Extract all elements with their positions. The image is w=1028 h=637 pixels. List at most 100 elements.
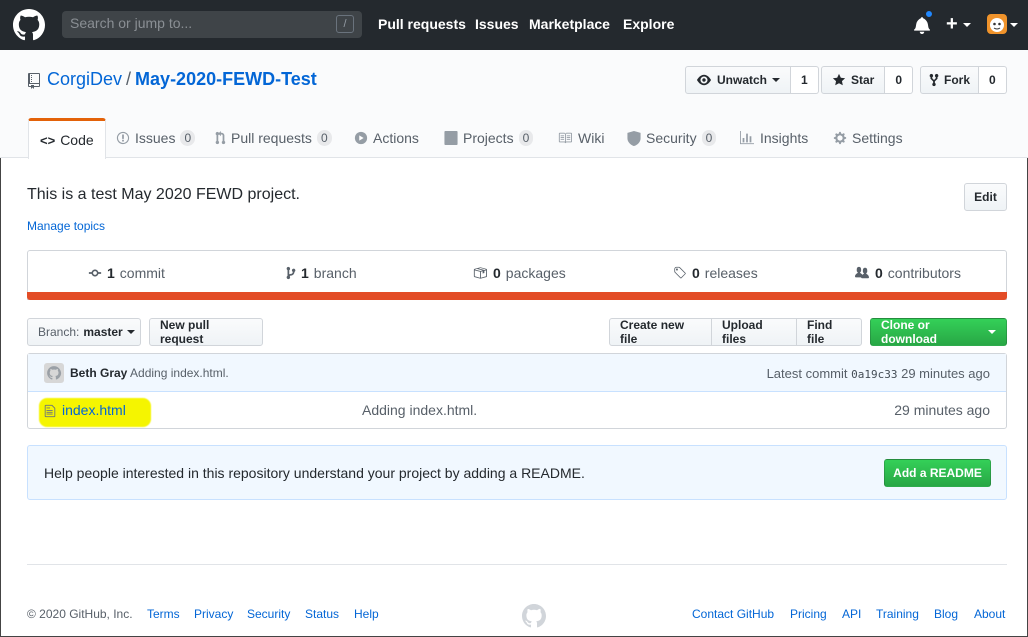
commit-author[interactable]: Beth Gray — [70, 366, 127, 380]
watch-count[interactable]: 1 — [791, 66, 819, 94]
file-name-link[interactable]: index.html — [62, 402, 126, 418]
upload-files-button[interactable]: Upload files — [711, 318, 797, 346]
repo-owner-link[interactable]: CorgiDev — [47, 69, 122, 89]
footer-link-pricing[interactable]: Pricing — [790, 607, 827, 621]
nav-marketplace[interactable]: Marketplace — [529, 16, 610, 32]
tab-pull-requests[interactable]: Pull requests 0 — [214, 118, 332, 158]
fork-label: Fork — [944, 73, 971, 87]
create-new-file-button[interactable]: Create new file — [609, 318, 712, 346]
github-logo-icon[interactable] — [13, 9, 45, 41]
fork-icon — [929, 73, 939, 87]
clone-caret-icon — [988, 330, 996, 334]
file-row: index.html Adding index.html. 29 minutes… — [28, 392, 1006, 429]
packages-count: 0 — [493, 265, 501, 281]
star-button[interactable]: Star — [821, 66, 886, 94]
tab-wiki[interactable]: Wiki — [557, 118, 604, 158]
graph-icon — [740, 131, 754, 145]
branch-icon — [286, 266, 296, 280]
footer-copyright: © 2020 GitHub, Inc. — [27, 607, 133, 621]
packages-label: packages — [505, 265, 566, 281]
notification-indicator — [924, 9, 934, 19]
tab-settings-label: Settings — [852, 130, 903, 146]
contributors-label: contributors — [887, 265, 961, 281]
tab-security[interactable]: Security 0 — [627, 118, 717, 158]
footer-link-contact[interactable]: Contact GitHub — [692, 607, 774, 621]
footer-link-help[interactable]: Help — [354, 607, 379, 621]
commit-sha[interactable]: 0a19c33 — [851, 368, 897, 381]
gear-icon — [833, 131, 847, 145]
tab-actions[interactable]: Actions — [354, 118, 419, 158]
tab-insights-label: Insights — [760, 130, 809, 146]
fork-count[interactable]: 0 — [979, 66, 1007, 94]
footer-link-privacy[interactable]: Privacy — [194, 607, 233, 621]
contributors-link[interactable]: 0 contributors — [854, 265, 961, 281]
github-footer-logo-icon[interactable] — [522, 604, 546, 628]
manage-topics-link[interactable]: Manage topics — [27, 219, 105, 233]
footer-link-about[interactable]: About — [974, 607, 1005, 621]
project-icon — [444, 131, 458, 145]
nav-explore[interactable]: Explore — [623, 16, 674, 32]
tab-projects[interactable]: Projects 0 — [444, 118, 534, 158]
fork-button[interactable]: Fork — [920, 66, 980, 94]
clone-or-download-button[interactable]: Clone or download — [870, 318, 1007, 346]
edit-description-button[interactable]: Edit — [964, 183, 1007, 211]
shield-icon — [627, 130, 641, 146]
commit-author-avatar[interactable] — [44, 363, 64, 383]
commit-meta: Latest commit 0a19c33 29 minutes ago — [767, 366, 990, 381]
nav-issues[interactable]: Issues — [475, 16, 519, 32]
tab-insights[interactable]: Insights — [739, 118, 808, 158]
branch-select-button[interactable]: Branch: master — [27, 318, 141, 346]
footer-divider — [27, 564, 1007, 565]
watch-group: Unwatch 1 — [685, 66, 819, 94]
footer-link-api[interactable]: API — [842, 607, 861, 621]
global-header: Search or jump to... / Pull requests Iss… — [0, 0, 1028, 50]
star-icon — [832, 73, 846, 86]
commit-icon — [88, 269, 102, 277]
footer-link-terms[interactable]: Terms — [147, 607, 180, 621]
packages-link[interactable]: 0 packages — [472, 265, 566, 281]
tab-settings[interactable]: Settings — [833, 118, 903, 158]
commit-summary: Beth Gray Adding index.html. — [70, 366, 229, 380]
star-group: Star 0 — [821, 66, 914, 94]
new-pull-request-button[interactable]: New pull request — [149, 318, 263, 346]
package-icon — [473, 267, 487, 279]
add-readme-button[interactable]: Add a README — [884, 459, 991, 487]
branch-name: master — [83, 325, 123, 339]
nav-pull-requests[interactable]: Pull requests — [378, 16, 466, 32]
file-age: 29 minutes ago — [894, 402, 990, 418]
file-icon — [44, 404, 56, 418]
people-icon — [855, 266, 869, 279]
tab-projects-counter: 0 — [518, 130, 534, 146]
tab-code[interactable]: <> Code — [28, 118, 106, 159]
unwatch-button[interactable]: Unwatch — [685, 66, 792, 94]
tab-issues[interactable]: Issues 0 — [116, 118, 196, 158]
search-input[interactable]: Search or jump to... / — [62, 11, 362, 38]
find-file-button[interactable]: Find file — [796, 318, 862, 346]
star-count[interactable]: 0 — [885, 66, 914, 94]
book-icon — [558, 132, 572, 144]
file-commit-message[interactable]: Adding index.html. — [362, 402, 477, 418]
readme-prompt-text: Help people interested in this repositor… — [44, 465, 585, 481]
create-new-plus-icon[interactable]: + — [946, 14, 972, 34]
releases-link[interactable]: 0 releases — [673, 265, 758, 281]
footer-link-blog[interactable]: Blog — [934, 607, 958, 621]
avatar-dropdown-caret-icon[interactable] — [1010, 23, 1018, 27]
readme-prompt: Help people interested in this repositor… — [27, 445, 1007, 500]
language-bar[interactable] — [27, 292, 1007, 300]
footer-link-status[interactable]: Status — [305, 607, 339, 621]
commit-message[interactable]: Adding index.html. — [130, 366, 229, 380]
repo-description: This is a test May 2020 FEWD project. — [27, 186, 300, 203]
user-avatar[interactable] — [987, 14, 1007, 34]
footer-link-security[interactable]: Security — [247, 607, 290, 621]
play-icon — [354, 131, 368, 145]
commits-link[interactable]: 1 commit — [88, 265, 165, 281]
file-list: Beth Gray Adding index.html. Latest comm… — [27, 353, 1007, 429]
search-shortcut-hint: / — [336, 15, 354, 33]
search-placeholder: Search or jump to... — [70, 15, 193, 31]
repo-name-link[interactable]: May-2020-FEWD-Test — [135, 69, 317, 89]
branch-prefix: Branch: — [38, 325, 80, 339]
tab-issues-label: Issues — [135, 130, 176, 146]
branches-link[interactable]: 1 branch — [286, 265, 357, 281]
footer-link-training[interactable]: Training — [876, 607, 919, 621]
unwatch-label: Unwatch — [717, 73, 768, 87]
